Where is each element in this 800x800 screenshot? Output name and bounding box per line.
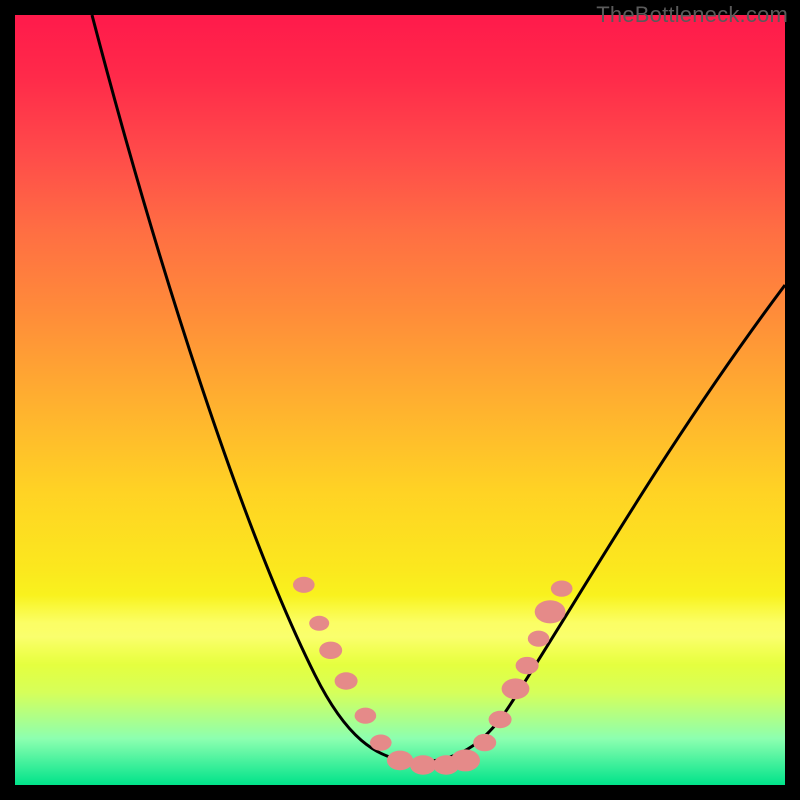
chart-svg [15, 15, 785, 785]
curve-marker [502, 678, 530, 699]
plot-area [15, 15, 785, 785]
curve-marker [451, 749, 480, 771]
watermark-text: TheBottleneck.com [596, 2, 788, 28]
curve-marker [516, 657, 539, 674]
curve-marker [293, 577, 315, 593]
curve-marker [528, 631, 550, 647]
chart-frame: TheBottleneck.com [0, 0, 800, 800]
curve-group [92, 15, 785, 762]
curve-marker [370, 735, 392, 751]
curve-marker [489, 711, 512, 728]
curve-marker [551, 581, 573, 597]
curve-marker [319, 642, 342, 659]
curve-marker [335, 672, 358, 689]
curve-marker [535, 600, 566, 623]
curve-marker [309, 616, 329, 631]
bottleneck-curve [92, 15, 785, 762]
curve-marker [355, 708, 377, 724]
curve-marker [387, 751, 413, 771]
curve-marker [473, 734, 496, 751]
curve-marker [410, 755, 436, 775]
marker-group [293, 577, 573, 775]
